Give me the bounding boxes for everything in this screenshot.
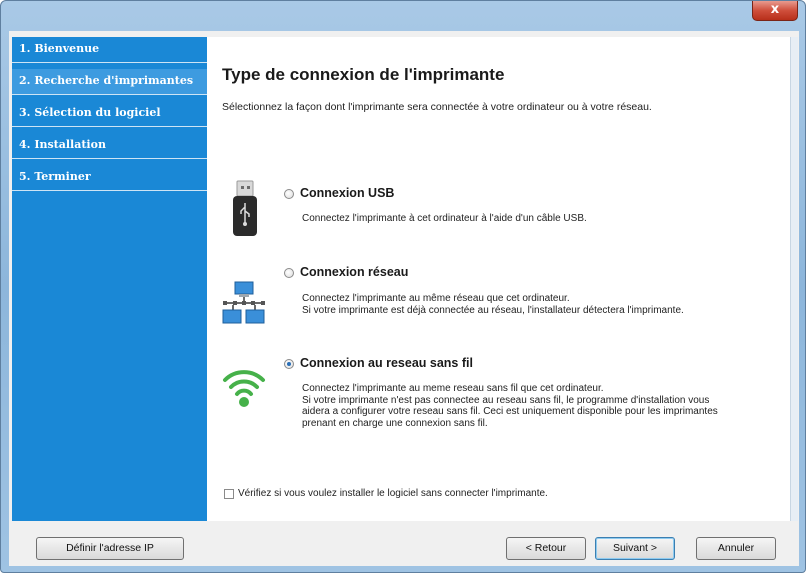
option-wireless-desc-line: Connectez l'imprimante au meme reseau sa… <box>302 383 604 394</box>
steps-sidebar: 1. Bienvenue 2. Recherche d'imprimantes … <box>12 37 207 521</box>
sidebar-item-selection[interactable]: 3. Sélection du logiciel <box>12 101 207 127</box>
option-wireless-desc-line: Si votre imprimante n'est pas connectee … <box>302 394 710 406</box>
option-wireless-desc-line: prenant en charge une connexion sans fil… <box>302 417 488 429</box>
option-network-description: Connectez l'imprimante au même réseau qu… <box>302 293 684 316</box>
title-bar[interactable]: x <box>1 1 805 31</box>
close-icon: x <box>770 2 780 17</box>
radio-network[interactable] <box>284 268 294 278</box>
option-network-label[interactable]: Connexion réseau <box>300 265 408 279</box>
next-button[interactable]: Suivant > <box>595 537 675 560</box>
sidebar-item-recherche[interactable]: 2. Recherche d'imprimantes <box>12 69 207 95</box>
radio-usb[interactable] <box>284 189 294 199</box>
option-wireless-description: Connectez l'imprimante au meme reseau sa… <box>302 383 718 429</box>
panel-edge <box>790 37 798 521</box>
option-wireless-desc-line: aidera a configurer votre reseau sans fi… <box>302 406 718 417</box>
install-without-printer-label[interactable]: Vérifiez si vous voulez installer le log… <box>238 488 548 499</box>
back-button[interactable]: < Retour <box>506 537 586 560</box>
radio-wireless[interactable] <box>284 359 294 369</box>
sidebar-item-terminer[interactable]: 5. Terminer <box>12 165 207 191</box>
main-panel: Type de connexion de l'imprimante Sélect… <box>207 37 790 521</box>
option-usb-description: Connectez l'imprimante à cet ordinateur … <box>302 213 587 225</box>
cancel-button[interactable]: Annuler <box>696 537 776 560</box>
install-without-printer-checkbox[interactable] <box>224 489 234 499</box>
sidebar-item-installation[interactable]: 4. Installation <box>12 133 207 159</box>
option-usb-label[interactable]: Connexion USB <box>300 186 394 200</box>
page-title: Type de connexion de l'imprimante <box>222 65 505 84</box>
option-usb-desc-line: Connectez l'imprimante à cet ordinateur … <box>302 213 587 224</box>
usb-icon <box>233 180 257 236</box>
option-wireless-label[interactable]: Connexion au reseau sans fil <box>300 356 473 370</box>
set-ip-address-button[interactable]: Définir l'adresse IP <box>36 537 184 560</box>
wifi-icon <box>223 370 265 407</box>
close-button[interactable]: x <box>752 1 798 21</box>
network-icon <box>222 281 265 324</box>
option-network-desc-line: Connectez l'imprimante au même réseau qu… <box>302 293 570 304</box>
option-network-desc-line: Si votre imprimante est déjà connectée a… <box>302 304 684 316</box>
installer-window: x 1. Bienvenue 2. Recherche d'imprimante… <box>0 0 806 573</box>
sidebar-item-bienvenue[interactable]: 1. Bienvenue <box>12 37 207 63</box>
page-subtitle: Sélectionnez la façon dont l'imprimante … <box>222 101 652 113</box>
